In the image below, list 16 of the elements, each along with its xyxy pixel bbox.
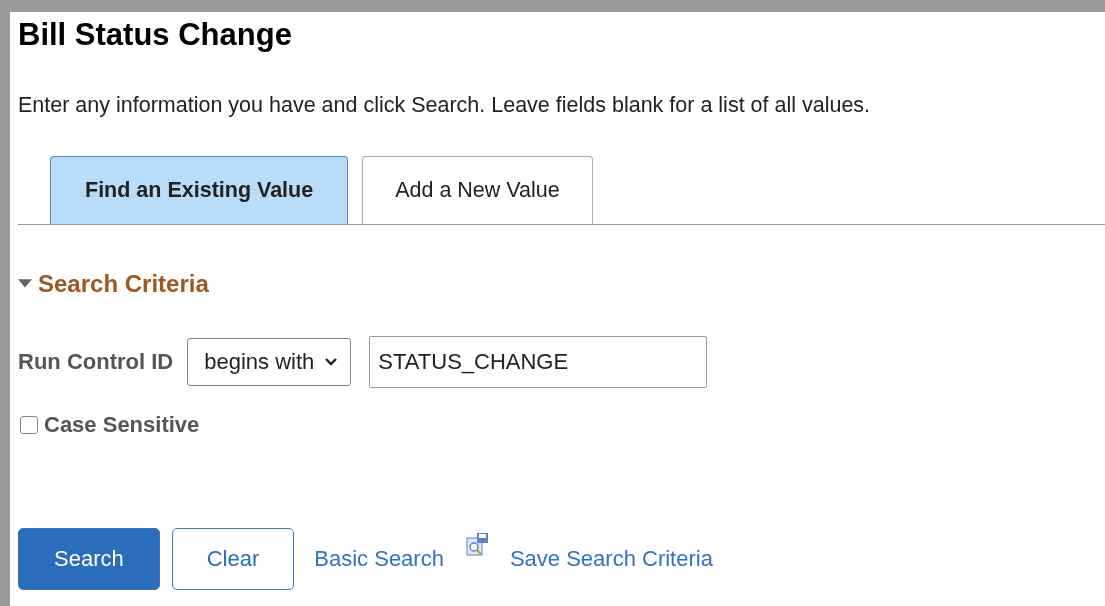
input-field[interactable]: STATUS_CHANGE [369,336,708,388]
section-title[interactable]: Search Criteria [38,270,209,298]
search-button[interactable]: Search [18,528,160,590]
page-title: Bill Status Change [18,16,293,53]
checkbox-label: Case Sensitive [44,412,200,438]
chevron-down-icon [324,357,339,367]
field-label: Run Control ID [18,349,174,375]
checkbox[interactable] [20,416,38,434]
basic-search-link[interactable]: Basic Search [314,546,444,572]
save-search-criteria-link[interactable]: Save Search Criteria [509,546,713,572]
tab[interactable]: Add a New Value [362,156,593,224]
operator-dropdown[interactable]: begins with [187,338,352,386]
tab[interactable]: Find an Existing Value [50,156,349,224]
clear-button[interactable]: Clear [171,528,295,590]
save-search-icon[interactable] [465,532,490,558]
instructions-text: Enter any information you have and click Search. Leave fields blank for a list of all values. [18,93,872,118]
